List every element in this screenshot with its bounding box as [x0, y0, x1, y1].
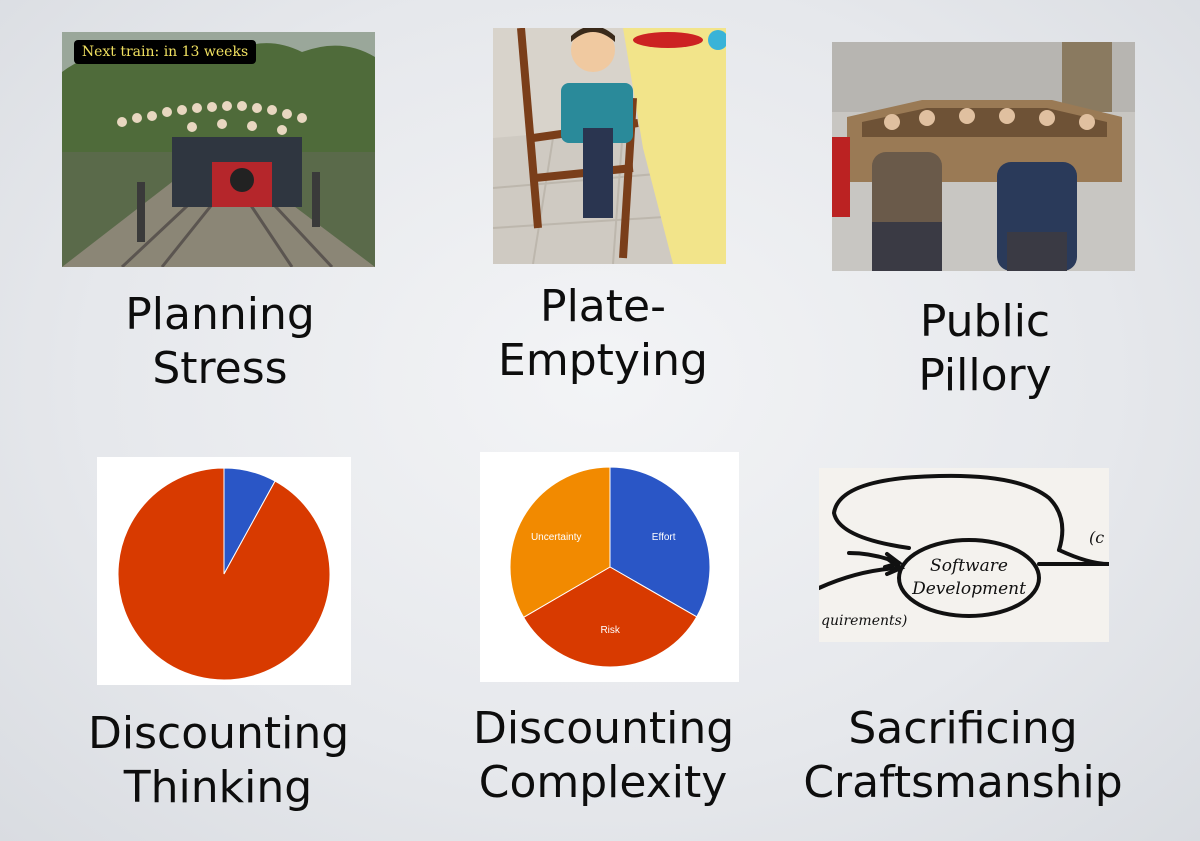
caption-discounting-complexity: Discounting Complexity: [473, 703, 735, 808]
sketch-label-requirements: quirements): [821, 613, 907, 629]
next-train-banner: Next train: in 13 weeks: [74, 40, 256, 64]
sketch-label-software: Software: [930, 556, 1008, 576]
pie-chart-thinking: [97, 457, 351, 685]
sketch-label-development: Development: [911, 579, 1026, 599]
child-table-photo: [493, 28, 726, 264]
pie-slice-label: Risk: [600, 625, 620, 636]
caption-plate-emptying: Plate- Emptying: [498, 281, 708, 386]
software-development-sketch: Software Development quirements) (c: [819, 468, 1109, 642]
pie-chart-complexity-svg: Effort Risk Uncertainty: [509, 466, 711, 668]
pie-slice: [117, 467, 331, 681]
pie-chart-thinking-svg: [117, 467, 331, 681]
caption-public-pillory: Public Pillory: [918, 296, 1052, 401]
pillory-photo: [832, 42, 1135, 271]
train-photo: Next train: in 13 weeks: [62, 32, 375, 267]
caption-discounting-thinking: Discounting Thinking: [88, 708, 350, 813]
sketch-label-c: (c: [1089, 528, 1104, 547]
caption-planning-stress: Planning Stress: [125, 289, 315, 394]
pie-slice-label: Effort: [652, 532, 676, 543]
pie-slice-label: Uncertainty: [531, 532, 582, 543]
pie-chart-complexity: Effort Risk Uncertainty: [480, 452, 739, 682]
caption-sacrificing-craftsmanship: Sacrificing Craftsmanship: [803, 703, 1123, 808]
